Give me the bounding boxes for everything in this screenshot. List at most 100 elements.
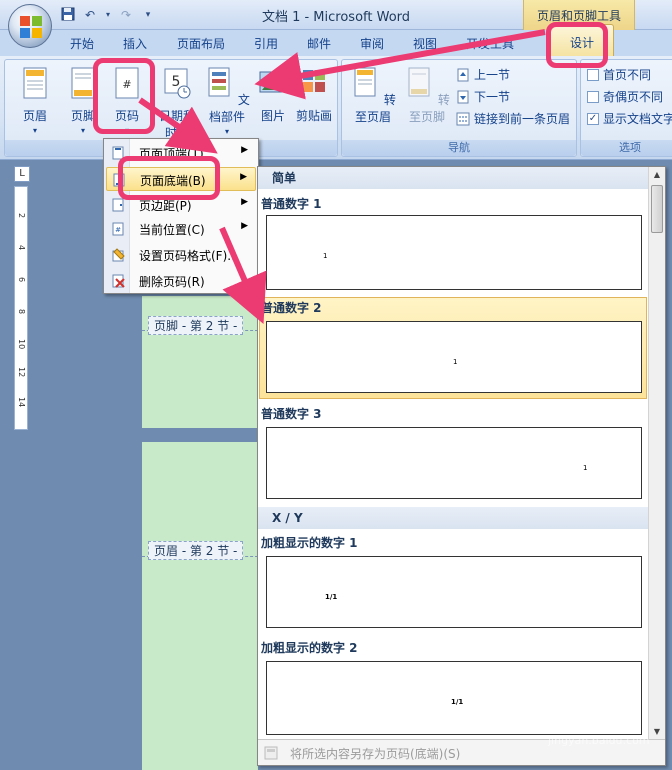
office-logo-icon (20, 16, 42, 38)
goto-header-icon (354, 67, 376, 97)
group-label-navigation: 导航 (342, 140, 576, 156)
tab-developer[interactable]: 开发工具 (466, 35, 514, 52)
tab-page-layout[interactable]: 页面布局 (177, 35, 225, 52)
save-selection-label: 将所选内容另存为页码(底端)(S) (290, 747, 461, 761)
link-icon (456, 112, 470, 125)
watermark: Baidu经验 (520, 706, 635, 731)
quick-parts-icon (208, 67, 230, 97)
chevron-right-icon: ▶ (240, 172, 247, 182)
checkbox-checked-icon: ✓ (587, 112, 599, 125)
gallery-item-name: 普通数字 2 (261, 301, 322, 315)
scroll-thumb[interactable] (651, 185, 663, 233)
page-number-sample: 1 (583, 464, 588, 472)
calendar-clock-icon: 5 (164, 68, 191, 99)
svg-text:5: 5 (172, 74, 181, 90)
scroll-up-icon[interactable]: ▲ (650, 168, 664, 182)
menu-item-current-position[interactable]: # 当前位置(C) ▶ (106, 217, 256, 241)
menu-item-remove-page-numbers[interactable]: 删除页码(R) (106, 269, 256, 293)
tab-mailings[interactable]: 邮件 (307, 35, 331, 52)
chevron-right-icon: ▶ (241, 197, 248, 207)
chevron-down-icon: ▾ (224, 127, 229, 136)
ruler-mark: 14 (17, 397, 26, 408)
gallery-item-plain-number-2[interactable]: 1 (266, 321, 642, 393)
clip-art-icon (303, 70, 325, 92)
bottom-of-page-gallery: 简单 普通数字 1 1 普通数字 2 1 普通数字 3 1 X / Y 加粗显示… (257, 166, 666, 766)
page-margins-icon (112, 198, 124, 212)
ruler-mark: 2 (17, 213, 26, 219)
header-section-label: 页眉 - 第 2 节 - (148, 541, 244, 560)
ruler-mark: 4 (17, 245, 26, 251)
link-previous-button[interactable]: 链接到前一条页眉 (456, 110, 570, 127)
next-section-label: 下一节 (474, 90, 511, 104)
gallery-item-plain-number-1[interactable]: 1 (266, 215, 642, 290)
gallery-scrollbar[interactable]: ▲ ▼ (648, 167, 665, 741)
gallery-item-bold-number-1[interactable]: 1/1 (266, 556, 642, 628)
quick-parts-button[interactable]: 文档部件 ▾ (201, 66, 253, 136)
header-label: 页眉 (22, 109, 47, 123)
page-2-header-area[interactable] (142, 442, 258, 770)
ruler-mark: 8 (17, 309, 26, 315)
office-button[interactable] (8, 4, 52, 48)
vertical-ruler[interactable]: 2 4 6 8 10 12 14 (14, 186, 28, 430)
chevron-down-icon: ▾ (32, 126, 37, 135)
show-document-text-label: 显示文档文字 (603, 112, 672, 126)
page-number-sample: 1 (323, 252, 328, 260)
menu-item-format-page-numbers[interactable]: 设置页码格式(F)... (106, 243, 256, 267)
tab-review[interactable]: 审阅 (360, 35, 384, 52)
chevron-right-icon: ▶ (241, 145, 248, 155)
goto-header-button[interactable]: 转至页眉 (348, 66, 398, 125)
previous-section-button[interactable]: 上一节 (456, 66, 510, 83)
group-options: 首页不同 奇偶页不同 ✓ 显示文档文字 选项 (580, 59, 672, 157)
tab-insert[interactable]: 插入 (123, 35, 147, 52)
next-section-button[interactable]: 下一节 (456, 88, 510, 105)
first-page-different-label: 首页不同 (603, 68, 652, 82)
tab-references[interactable]: 引用 (254, 35, 278, 52)
ruler-mark: 12 (17, 367, 26, 378)
tab-home[interactable]: 开始 (70, 35, 94, 52)
gallery-item-name: 普通数字 1 (261, 197, 322, 211)
footer-section-label: 页脚 - 第 2 节 - (148, 316, 244, 335)
picture-icon (259, 71, 287, 93)
page-number-sample: 1 (453, 358, 458, 366)
header-button[interactable]: 页眉 ▾ (13, 66, 57, 135)
gallery-category-simple: 简单 (258, 167, 649, 189)
clip-art-button[interactable]: 剪贴画 (293, 66, 335, 124)
gallery-item-plain-number-3[interactable]: 1 (266, 427, 642, 499)
gallery-item-name: 普通数字 3 (261, 407, 322, 421)
first-page-different-checkbox[interactable]: 首页不同 (587, 66, 651, 83)
menu-item-label: 设置页码格式(F)... (139, 249, 239, 263)
svg-text:#: # (115, 226, 121, 234)
date-time-label-1: 日期和 (158, 109, 195, 123)
scroll-down-icon[interactable]: ▼ (650, 725, 664, 739)
page-number-sample: 1/1 (325, 593, 338, 601)
picture-button[interactable]: 图片 (255, 66, 291, 124)
show-document-text-checkbox[interactable]: ✓ 显示文档文字 (587, 110, 672, 127)
previous-section-icon (457, 68, 469, 81)
odd-even-different-checkbox[interactable]: 奇偶页不同 (587, 88, 663, 105)
date-time-button[interactable]: 5 日期和 时间 (157, 66, 197, 141)
page-number-sample: 1/1 (451, 698, 464, 706)
tab-view[interactable]: 视图 (413, 35, 437, 52)
group-label-options: 选项 (581, 140, 672, 156)
header-icon (23, 67, 47, 99)
next-section-icon (457, 90, 469, 103)
clip-art-label: 剪贴画 (295, 109, 332, 123)
ruler-mark: 10 (17, 339, 26, 350)
gallery-category-xy: X / Y (258, 507, 649, 529)
current-position-icon: # (112, 222, 124, 236)
previous-section-label: 上一节 (474, 68, 511, 82)
picture-label: 图片 (260, 109, 285, 123)
group-navigation: 转至页眉 转至页脚 上一节 下一节 链接到前一条页眉 导航 (341, 59, 577, 157)
checkbox-unchecked-icon (587, 68, 599, 81)
remove-page-numbers-icon (112, 274, 125, 288)
format-page-numbers-icon (112, 248, 125, 262)
link-previous-label: 链接到前一条页眉 (474, 112, 571, 126)
watermark-subtitle: jingyan.baidu.com (548, 734, 650, 747)
gallery-item-name: 加粗显示的数字 1 (261, 536, 358, 550)
chevron-right-icon: ▶ (241, 221, 248, 231)
tab-selector[interactable]: L (14, 166, 30, 182)
goto-footer-button[interactable]: 转至页脚 (402, 66, 452, 125)
gallery-item-name: 加粗显示的数字 2 (261, 641, 358, 655)
annotation-box-bottom-of-page (118, 156, 220, 200)
save-to-gallery-icon (264, 746, 278, 760)
